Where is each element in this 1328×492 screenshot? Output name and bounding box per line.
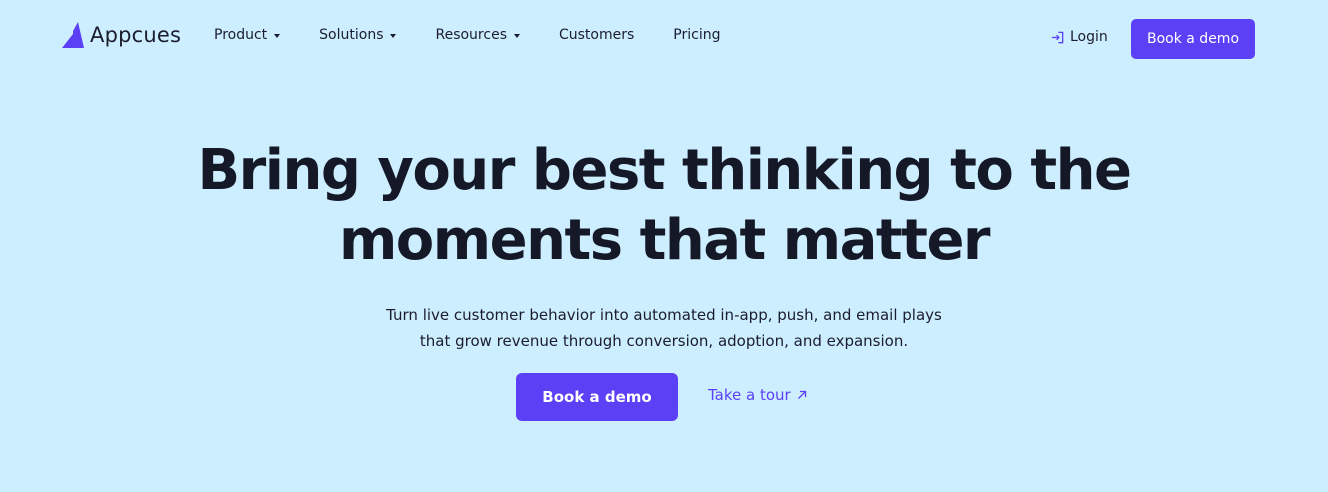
hero-title: Bring your best thinking to the moments … [0,136,1328,276]
nav-item-label: Resources [435,27,507,43]
nav-item-label: Solutions [319,27,384,43]
login-icon [1051,31,1064,43]
caret-down-icon [274,33,281,38]
nav-item-label: Customers [558,27,635,43]
nav-item-customers[interactable]: Customers [559,27,634,43]
header-book-demo-button[interactable]: Book a demo [1131,19,1255,59]
hero-subtitle: Turn live customer behavior into automat… [0,302,1328,354]
nav-item-resources[interactable]: Resources [435,27,520,43]
brand-name: Appcues [90,23,182,47]
nav-item-solutions[interactable]: Solutions [319,27,397,43]
hero-book-demo-button[interactable]: Book a demo [516,373,678,421]
arrow-up-right-icon [797,390,806,399]
nav-item-product[interactable]: Product [214,27,281,43]
main-nav: Product Solutions Resources Customers Pr… [214,27,760,43]
nav-item-pricing[interactable]: Pricing [673,27,720,43]
caret-down-icon [390,33,397,38]
nav-item-label: Pricing [673,27,721,43]
login-link[interactable]: Login [1050,29,1108,45]
take-tour-link[interactable]: Take a tour [708,386,808,404]
hero-subtitle-line: Turn live customer behavior into automat… [386,306,942,324]
site-header: Appcues Product Solutions Resources Cust… [0,0,1328,78]
appcues-logo-icon [62,22,84,48]
hero-title-line: Bring your best thinking to the [197,138,1132,203]
hero-subtitle-line: that grow revenue through conversion, ad… [419,332,909,350]
login-label: Login [1070,29,1108,45]
nav-item-label: Product [214,27,268,43]
take-tour-label: Take a tour [708,386,791,404]
caret-down-icon [513,33,520,38]
brand-logo[interactable]: Appcues [62,22,181,48]
hero-title-line: moments that matter [338,208,991,273]
